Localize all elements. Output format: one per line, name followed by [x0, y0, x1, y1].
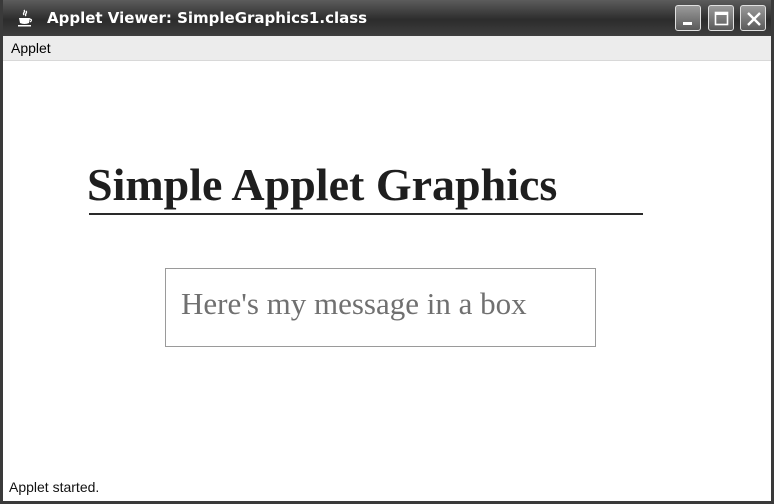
- title-bar[interactable]: Applet Viewer: SimpleGraphics1.class: [3, 0, 771, 36]
- menu-bar: Applet: [3, 36, 771, 61]
- applet-canvas: Simple Applet Graphics Here's my message…: [3, 61, 771, 474]
- minimize-button[interactable]: [675, 5, 701, 31]
- maximize-icon: [714, 11, 729, 26]
- applet-viewer-window: Applet Viewer: SimpleGraphics1.class App…: [0, 0, 774, 504]
- maximize-button[interactable]: [708, 5, 734, 31]
- message-text: Here's my message in a box: [181, 286, 527, 321]
- status-text: Applet started.: [9, 479, 100, 495]
- menu-applet[interactable]: Applet: [11, 40, 51, 56]
- applet-headline: Simple Applet Graphics: [87, 159, 558, 210]
- java-cup-icon[interactable]: [17, 9, 33, 27]
- message-box: Here's my message in a box: [165, 268, 596, 347]
- status-bar: Applet started.: [3, 474, 771, 501]
- headline-underline: [89, 213, 643, 215]
- close-button[interactable]: [740, 5, 766, 31]
- close-icon: [747, 12, 761, 26]
- minimize-icon: [683, 22, 692, 25]
- window-title: Applet Viewer: SimpleGraphics1.class: [47, 9, 368, 27]
